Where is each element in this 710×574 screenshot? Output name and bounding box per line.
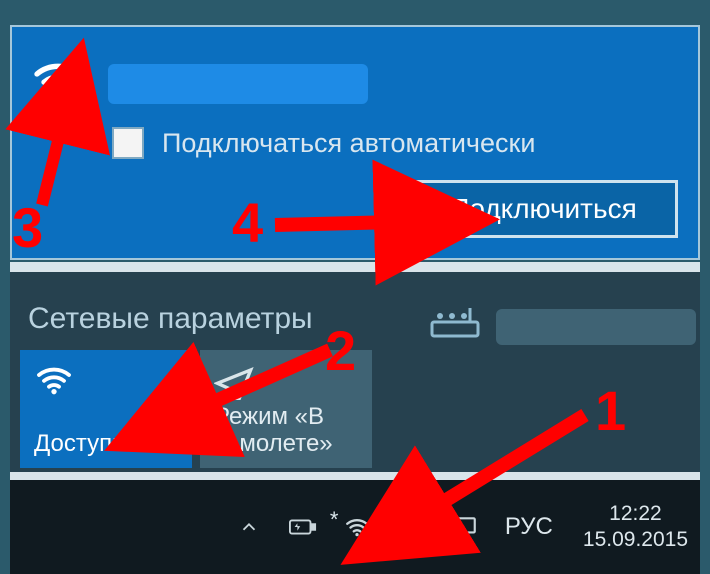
volume-icon[interactable] — [397, 513, 425, 541]
action-center-icon[interactable] — [451, 513, 479, 541]
airplane-tile-label: Режим «В самолете» — [214, 403, 358, 458]
network-settings-title: Сетевые параметры — [28, 302, 313, 336]
router-icon — [430, 306, 482, 347]
network-tray-icon[interactable]: * — [343, 513, 371, 541]
annotation-3: 3 — [12, 195, 43, 260]
clock-time: 12:22 — [583, 501, 688, 527]
auto-connect-checkbox[interactable]: Подключаться автоматически — [112, 127, 535, 159]
router-name-redacted — [496, 309, 696, 345]
divider — [10, 262, 700, 272]
wifi-network-flyout: Подключаться автоматически Подключиться — [10, 25, 700, 260]
annotation-1: 1 — [595, 378, 626, 443]
auto-connect-label: Подключаться автоматически — [162, 128, 535, 159]
wifi-icon — [34, 360, 178, 404]
clock[interactable]: 12:22 15.09.2015 — [579, 501, 692, 554]
annotation-4: 4 — [232, 190, 263, 255]
language-indicator[interactable]: РУС — [505, 513, 553, 541]
network-name-redacted — [108, 64, 368, 104]
annotation-2: 2 — [325, 318, 356, 383]
system-tray: * РУС 12:22 15.09.2015 — [235, 501, 700, 554]
router-indicator — [430, 306, 696, 347]
checkbox-icon — [112, 127, 144, 159]
tray-chevron-up-icon[interactable] — [235, 513, 263, 541]
wifi-tile-label: Доступно — [34, 430, 178, 458]
divider — [10, 472, 700, 480]
wifi-tile[interactable]: Доступно — [20, 350, 192, 468]
wifi-icon — [30, 53, 86, 114]
connect-button[interactable]: Подключиться — [408, 180, 678, 238]
clock-date: 15.09.2015 — [583, 527, 688, 553]
battery-icon[interactable] — [289, 513, 317, 541]
taskbar: * РУС 12:22 15.09.2015 — [10, 480, 700, 574]
